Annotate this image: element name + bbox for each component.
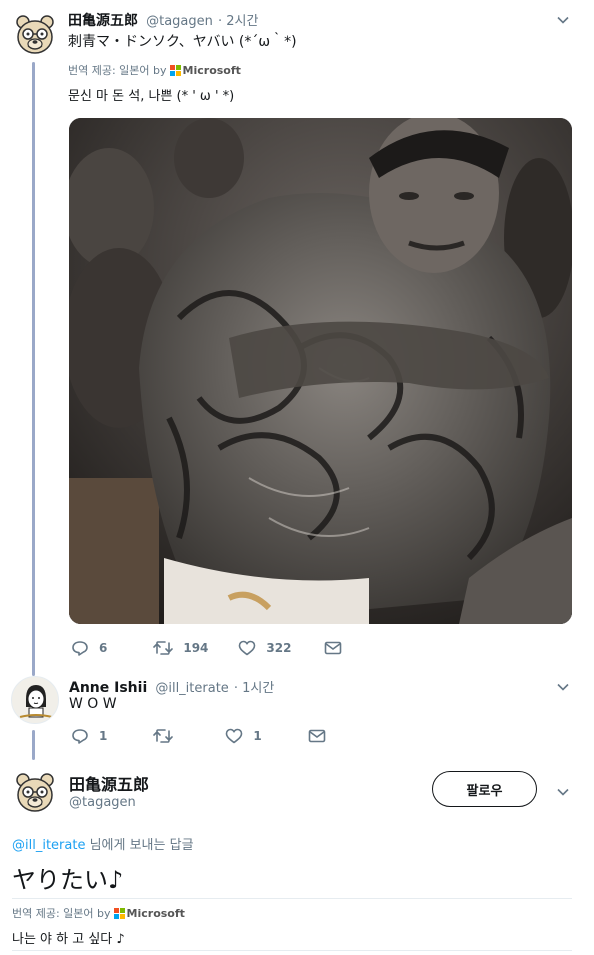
author-name[interactable]: Anne Ishii [69, 680, 147, 696]
microsoft-logo-icon [169, 64, 181, 76]
retweet-icon [153, 729, 174, 743]
tattooed-man-photo [69, 118, 572, 624]
author-name[interactable]: 田亀源五郎 [69, 771, 149, 795]
retweet-count: 194 [183, 641, 209, 655]
microsoft-logo-icon [113, 907, 125, 919]
heart-icon [239, 640, 256, 656]
tweet-photo[interactable] [69, 118, 572, 624]
translation-text: 나는 야 하 고 싶다 ♪ [12, 932, 125, 947]
bear-avatar-icon [16, 15, 54, 54]
message-button[interactable] [324, 641, 342, 655]
tweet-text: 刺青マ・ドンソク、ヤバい (*´ω｀*) [68, 34, 297, 50]
like-count: 1 [253, 729, 262, 743]
tweet-time[interactable]: · 2시간 [218, 14, 258, 29]
like-button[interactable]: 322 [238, 640, 291, 656]
message-button[interactable] [308, 729, 326, 743]
tweet-text: W O W [69, 696, 117, 712]
author-handle[interactable]: @ill_iterate [155, 681, 228, 696]
avatar[interactable] [15, 770, 55, 814]
tweet-time[interactable]: · 1시간 [234, 681, 274, 696]
thread-line [32, 730, 35, 760]
divider [12, 898, 572, 899]
retweet-button[interactable] [153, 728, 174, 744]
retweet-button[interactable]: 194 [153, 640, 208, 656]
avatar[interactable] [15, 12, 55, 56]
retweet-icon [153, 641, 174, 655]
translate-label: 번역 제공: 일본어 by [12, 907, 111, 920]
follow-button[interactable]: 팔로우 [432, 771, 537, 807]
girl-avatar-icon [19, 685, 53, 718]
chevron-down-icon[interactable] [556, 784, 570, 803]
like-button[interactable]: 1 [225, 728, 262, 744]
reply-count: 1 [99, 729, 108, 743]
reply-button[interactable]: 1 [71, 728, 107, 744]
envelope-icon [308, 729, 326, 743]
reply-button[interactable]: 6 [71, 640, 107, 656]
author-handle[interactable]: @tagagen [146, 14, 213, 29]
thread-line [32, 62, 35, 676]
avatar[interactable] [11, 676, 59, 724]
reply-to-handle[interactable]: @ill_iterate [12, 838, 85, 853]
reply-icon [72, 641, 88, 656]
microsoft-label: Microsoft [126, 906, 185, 920]
chevron-down-icon[interactable] [556, 679, 570, 698]
tweet-text: ヤりたい♪ [12, 866, 124, 894]
bear-avatar-icon [16, 773, 54, 812]
microsoft-label: Microsoft [182, 63, 241, 77]
translate-label: 번역 제공: 일본어 by [68, 64, 167, 77]
reply-icon [72, 729, 88, 744]
divider [12, 950, 572, 951]
reply-count: 6 [99, 641, 108, 655]
heart-icon [226, 728, 243, 744]
reply-to-label: 님에게 보내는 답글 [85, 838, 194, 853]
envelope-icon [325, 641, 342, 655]
author-name[interactable]: 田亀源五郎 [68, 13, 138, 29]
author-handle[interactable]: @tagagen [69, 795, 136, 810]
translation-text: 문신 마 돈 석, 나쁜 (* ' ω ' *) [68, 89, 235, 104]
like-count: 322 [266, 641, 292, 655]
chevron-down-icon[interactable] [556, 12, 570, 31]
